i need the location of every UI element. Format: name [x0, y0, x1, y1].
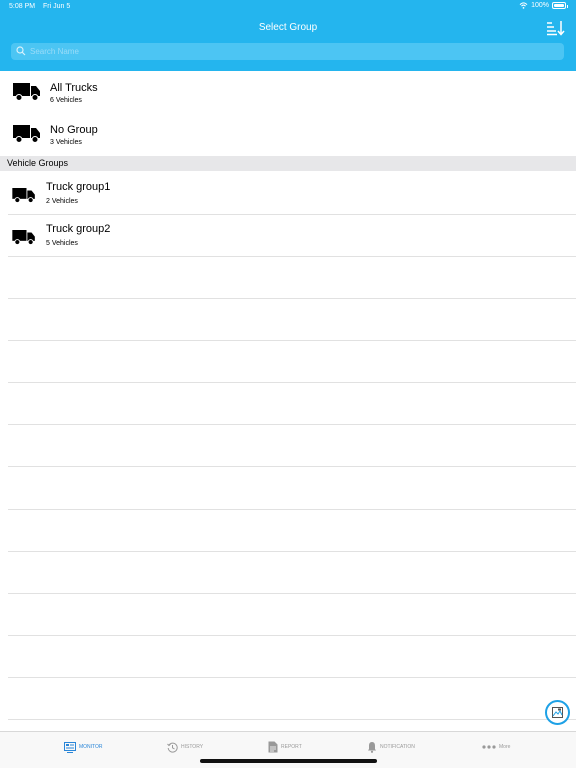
status-indicators: 100% [519, 2, 568, 9]
more-icon [482, 745, 496, 749]
search-bar[interactable] [11, 43, 564, 60]
truck-icon [13, 83, 40, 101]
row-divider [8, 593, 576, 594]
monitor-icon [64, 741, 76, 753]
home-indicator [200, 759, 377, 763]
wifi-icon [519, 2, 528, 9]
group-row-truck-group1[interactable]: Truck group1 2 Vehicles [0, 172, 576, 214]
tab-label: HISTORY [181, 744, 204, 750]
search-input[interactable] [30, 43, 550, 60]
page-title: Select Group [258, 22, 318, 33]
history-icon [167, 742, 178, 753]
row-divider [8, 256, 576, 257]
truck-icon [12, 188, 35, 203]
tab-monitor[interactable]: MONITOR [64, 740, 103, 754]
row-divider [8, 382, 576, 383]
row-divider [8, 466, 576, 467]
group-vehicle-count: 6 Vehicles [50, 97, 82, 104]
row-divider [8, 677, 576, 678]
bell-icon [368, 742, 376, 753]
image-icon [552, 707, 563, 718]
section-header-vehicle-groups: Vehicle Groups [0, 156, 576, 171]
tab-label: REPORT [281, 744, 302, 750]
group-name: All Trucks [50, 82, 98, 94]
group-name: Truck group2 [46, 223, 111, 235]
tab-history[interactable]: HISTORY [167, 740, 203, 754]
tab-label: More [499, 744, 511, 750]
row-divider [8, 509, 576, 510]
tab-label: NOTIFICATION [380, 744, 415, 750]
row-divider [8, 719, 576, 720]
group-vehicle-count: 2 Vehicles [46, 198, 78, 205]
tab-label: MONITOR [79, 744, 103, 750]
search-icon [16, 46, 26, 56]
row-divider [8, 298, 576, 299]
status-date: Fri Jun 5 [43, 3, 71, 10]
status-time: 5:08 PM [9, 3, 36, 10]
truck-icon [12, 230, 35, 245]
group-row-no-group[interactable]: No Group 3 Vehicles [0, 113, 576, 155]
row-divider [8, 635, 576, 636]
tab-notification[interactable]: NOTIFICATION [367, 740, 415, 754]
sort-descending-icon[interactable] [546, 20, 566, 36]
tab-more[interactable]: More [482, 740, 510, 754]
navigation-header: 5:08 PM Fri Jun 5 100% Select Group [0, 0, 576, 71]
row-divider [8, 424, 576, 425]
battery-icon [552, 2, 568, 9]
group-row-all-trucks[interactable]: All Trucks 6 Vehicles [0, 71, 576, 113]
battery-level [554, 4, 564, 7]
floating-action-button[interactable] [545, 700, 570, 725]
status-bar: 5:08 PM Fri Jun 5 100% [0, 0, 576, 14]
battery-percentage: 100% [531, 2, 549, 9]
tab-report[interactable]: REPORT [268, 740, 302, 754]
group-name: No Group [50, 124, 98, 136]
truck-icon [13, 125, 40, 143]
row-divider [8, 551, 576, 552]
group-vehicle-count: 3 Vehicles [50, 139, 82, 146]
row-divider [8, 340, 576, 341]
group-vehicle-count: 5 Vehicles [46, 240, 78, 247]
group-name: Truck group1 [46, 181, 111, 193]
report-icon [268, 741, 278, 753]
group-row-truck-group2[interactable]: Truck group2 5 Vehicles [0, 214, 576, 256]
